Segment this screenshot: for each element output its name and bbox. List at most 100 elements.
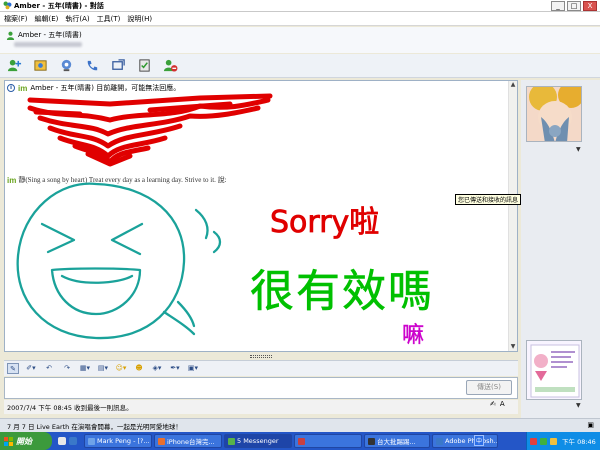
menu-item-edit[interactable]: 編輯(E) <box>35 14 59 24</box>
show-desktop-icon[interactable] <box>57 437 66 445</box>
window-title: Amber - 五年(晴書) - 對話 <box>14 1 104 10</box>
task-label: Mark Peng - [?... <box>97 437 150 445</box>
my-avatar[interactable] <box>526 340 582 400</box>
wink-button[interactable]: ☻ <box>133 363 145 374</box>
tray-antivirus-icon[interactable] <box>530 437 537 445</box>
menu-bar: 檔案(F) 編輯(E) 執行(A) 工具(T) 說明(H) <box>0 12 600 26</box>
send-button[interactable]: 傳送(S) <box>466 380 512 395</box>
phone-icon <box>87 60 97 71</box>
background-button[interactable]: ▣▾ <box>187 363 199 374</box>
activities-icon <box>138 59 150 72</box>
start-label: 開始 <box>16 436 32 446</box>
contact-photo <box>527 87 581 141</box>
language-indicator[interactable]: 中 <box>474 435 484 446</box>
task-item[interactable]: iPhone台灣完... <box>154 434 222 448</box>
contact-status-message <box>14 42 82 47</box>
format-toolbar: ✎ ✐▾ ↶ ↷ ▦▾ ▤▾ ☺▾ ☻ ◈▾ ✒▾ ▣▾ <box>4 360 518 376</box>
menu-item-tools[interactable]: 工具(T) <box>97 14 121 24</box>
menu-item-actions[interactable]: 執行(A) <box>65 14 89 24</box>
send-file-button[interactable] <box>32 58 48 74</box>
task-app-icon <box>298 437 305 445</box>
undo-button[interactable]: ↶ <box>43 363 55 374</box>
task-item[interactable]: Adobe Photosh... <box>432 434 498 448</box>
info-icon: i <box>7 84 15 92</box>
emoticon-button[interactable]: ☺▾ <box>115 363 127 374</box>
start-button[interactable]: 開始 <box>0 432 52 450</box>
messenger-window: Amber - 五年(晴書) - 對話 _ □ X 檔案(F) 編輯(E) 執行… <box>0 0 600 450</box>
redo-button[interactable]: ↷ <box>61 363 73 374</box>
message-input[interactable] <box>4 377 518 399</box>
minimize-button[interactable]: _ <box>551 1 565 11</box>
task-item[interactable]: 台大批踢踢... <box>364 434 430 448</box>
title-bar[interactable]: Amber - 五年(晴書) - 對話 _ □ X <box>0 0 600 12</box>
away-notice-text: Amber - 五年(晴書) 目前離開，可能無法回應。 <box>30 84 181 92</box>
contact-avatar[interactable] <box>526 86 582 142</box>
task-app-icon <box>436 437 443 445</box>
conversation-scrollbar[interactable]: ▲ ▼ <box>508 81 517 351</box>
task-label: 台大批踢踢... <box>377 438 416 446</box>
system-tray: 下午 08:46 <box>526 432 600 450</box>
task-item[interactable]: Mark Peng - [?... <box>84 434 152 448</box>
messenger-app-icon <box>3 1 12 10</box>
task-app-icon <box>368 437 375 445</box>
task-app-icon <box>228 437 235 445</box>
scroll-up-icon[interactable]: ▲ <box>509 81 517 89</box>
text-mode-icon[interactable]: A <box>500 400 505 408</box>
invite-button[interactable] <box>6 58 22 74</box>
activities-button[interactable] <box>136 58 152 74</box>
webcam-icon <box>61 59 71 72</box>
browser-icon[interactable] <box>68 437 77 445</box>
task-item[interactable] <box>294 434 362 448</box>
stationery-button[interactable]: ▦▾ <box>79 363 91 374</box>
avatar-options-icon[interactable]: ▼ <box>576 146 581 153</box>
task-label: Adobe Photosh... <box>445 437 498 445</box>
contact-line: Amber - 五年(晴書) <box>6 30 82 40</box>
scroll-down-icon[interactable]: ▼ <box>509 343 517 351</box>
my-display-picture <box>527 341 581 399</box>
menu-item-file[interactable]: 檔案(F) <box>4 14 28 24</box>
task-item-messenger[interactable]: 5 Messenger <box>224 434 292 448</box>
maximize-button[interactable]: □ <box>567 1 581 11</box>
tray-messenger-icon[interactable] <box>540 437 547 445</box>
task-label: 5 Messenger <box>237 437 279 445</box>
grid-button[interactable]: ▤▾ <box>97 363 109 374</box>
menu-item-help[interactable]: 說明(H) <box>127 14 152 24</box>
my-avatar-options-icon[interactable]: ▼ <box>576 402 581 409</box>
webcam-button[interactable] <box>58 58 74 74</box>
add-contact-icon <box>7 59 21 72</box>
im-logo: im <box>7 175 17 185</box>
block-user-icon <box>163 59 177 72</box>
im-logo: im <box>18 83 28 93</box>
share-button[interactable] <box>110 58 126 74</box>
eraser-button[interactable]: ✐▾ <box>25 363 37 374</box>
call-button[interactable] <box>84 58 100 74</box>
handwriting-mode-icon[interactable]: ✍ <box>490 400 496 408</box>
news-bar[interactable]: 7 月 7 日 Live Earth 在演唱會開幕，一起是光明阿愛地球！ ▣ <box>0 418 600 432</box>
message-sender-text: 靜(Sing a song by heart) Treat every day … <box>18 176 227 184</box>
news-options-icon[interactable]: ▣ <box>587 421 594 429</box>
away-notice: i im Amber - 五年(晴書) 目前離開，可能無法回應。 <box>7 83 180 93</box>
block-button[interactable] <box>162 58 178 74</box>
contact-name[interactable]: Amber - 五年(晴書) <box>18 30 82 40</box>
window-controls: _ □ X <box>551 1 597 11</box>
nudge-button[interactable]: ◈▾ <box>151 363 163 374</box>
pen-tool-button[interactable]: ✎ <box>7 363 19 374</box>
task-label: iPhone台灣完... <box>167 438 215 446</box>
close-button[interactable]: X <box>583 1 597 11</box>
share-folder-icon <box>111 59 125 70</box>
conversation-pane[interactable]: i im Amber - 五年(晴書) 目前離開，可能無法回應。 im 靜(Si… <box>4 80 518 352</box>
input-mode-icons: ✍ A <box>490 400 505 408</box>
task-app-icon <box>158 437 165 445</box>
pen-color-button[interactable]: ✒▾ <box>169 363 181 374</box>
action-toolbar <box>0 54 600 78</box>
pane-splitter[interactable] <box>250 355 272 358</box>
photo-share-icon <box>33 60 47 71</box>
news-text: 7 月 7 日 Live Earth 在演唱會開幕，一起是光明阿愛地球！ <box>7 422 182 431</box>
quick-launch <box>52 432 82 450</box>
last-message-text: 2007/7/4 下午 08:45 收到最後一則訊息。 <box>7 404 133 412</box>
buddy-status-icon <box>6 31 15 40</box>
clock: 下午 08:46 <box>562 438 596 446</box>
last-message-status: 2007/7/4 下午 08:45 收到最後一則訊息。 <box>4 400 518 414</box>
message-header: im 靜(Sing a song by heart) Treat every d… <box>7 175 227 185</box>
tray-volume-icon[interactable] <box>550 437 557 445</box>
